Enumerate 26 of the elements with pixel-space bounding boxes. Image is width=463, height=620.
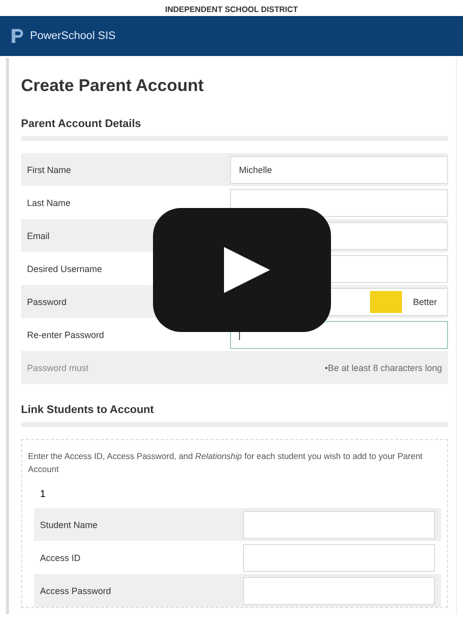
field-label: First Name — [26, 164, 72, 174]
play-icon — [224, 247, 270, 293]
section-heading: Parent Account Details — [21, 118, 142, 130]
brand-name: PowerSchool SIS — [30, 30, 116, 42]
logo-icon — [10, 28, 24, 44]
field-label: Access Password — [39, 586, 112, 596]
field-label: Access ID — [39, 552, 82, 562]
section-heading: Link Students to Account — [21, 404, 155, 416]
hint-text: •Be at least 8 characters long — [324, 362, 443, 372]
input-field[interactable]: Michelle — [230, 156, 448, 184]
field-label: Last Name — [26, 198, 72, 208]
page-title: Create Parent Account — [21, 76, 205, 96]
input-field[interactable] — [243, 576, 435, 604]
field-label: Email — [26, 230, 51, 240]
instruction-text: Enter the Access ID, Access Password, and Relationship for each student you wish to add to your Parent Account — [28, 450, 424, 476]
field-label: Desired Username — [26, 264, 104, 274]
video-play-overlay[interactable] — [153, 208, 331, 332]
field-label: Student Name — [39, 520, 99, 530]
input-field[interactable] — [243, 544, 435, 572]
field-label: Password — [26, 296, 68, 306]
district-name: INDEPENDENT SCHOOL DISTRICT — [165, 5, 298, 14]
student-number: 1 — [40, 489, 46, 500]
hint-label: Password must — [26, 362, 90, 372]
strength-label: Better — [412, 296, 438, 306]
input-field[interactable] — [243, 510, 435, 538]
field-label: Re-enter Password — [26, 330, 106, 340]
